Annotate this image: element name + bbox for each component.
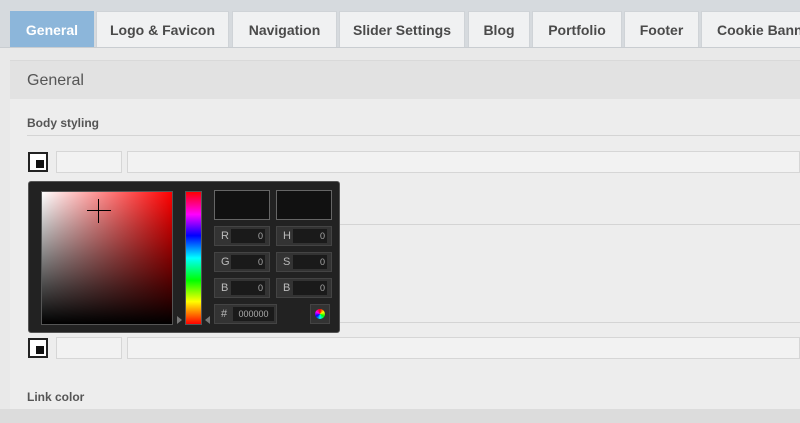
green-value[interactable]: 0 [231,255,265,269]
color-swatch-button[interactable] [28,152,48,172]
red-field[interactable]: R 0 [214,226,270,246]
divider [340,224,800,225]
color-swatch-button[interactable] [28,338,48,358]
hue-arrow-left-icon [177,316,182,324]
hue-slider[interactable] [185,191,202,325]
color-value-input[interactable] [56,151,122,173]
saturation-value[interactable]: 0 [293,255,327,269]
tab-slider-settings[interactable]: Slider Settings [339,11,465,47]
hex-label: # [221,308,228,320]
green-field[interactable]: G 0 [214,252,270,272]
tab-portfolio[interactable]: Portfolio [532,11,622,47]
hue-arrow-right-icon [205,316,210,324]
tab-blog[interactable]: Blog [468,11,530,47]
green-label: G [221,256,230,268]
tab-general[interactable]: General [10,11,94,47]
color-picker-popup: R 0 H 0 G 0 S 0 B 0 B 0 # 000000 [28,181,340,333]
page-bottom-edge [0,409,800,423]
link-color-label: Link color [27,390,85,404]
blue-value[interactable]: 0 [231,281,265,295]
section-header: General [10,60,800,99]
crosshair-cursor-icon [87,210,111,211]
divider [27,135,800,136]
color-extra-input[interactable] [127,337,800,359]
brightness-label: B [283,282,291,294]
hue-value[interactable]: 0 [293,229,327,243]
current-color-preview[interactable] [276,190,332,220]
hex-field[interactable]: # 000000 [214,304,277,324]
body-styling-label: Body styling [27,116,100,130]
red-value[interactable]: 0 [231,229,265,243]
tab-footer[interactable]: Footer [624,11,699,47]
saturation-field[interactable]: S 0 [276,252,332,272]
blue-label: B [221,282,229,294]
hue-label: H [283,230,291,242]
color-extra-input[interactable] [127,151,800,173]
saturation-label: S [283,256,291,268]
divider [340,322,800,323]
blue-field[interactable]: B 0 [214,278,270,298]
tab-bar: General Logo & Favicon Navigation Slider… [0,0,800,48]
tab-logo-favicon[interactable]: Logo & Favicon [96,11,229,47]
color-value-input[interactable] [56,337,122,359]
color-wheel-icon [315,309,325,319]
tab-navigation[interactable]: Navigation [232,11,337,47]
hex-value-input[interactable]: 000000 [233,307,274,321]
crosshair-cursor-icon [98,199,99,223]
section-title: General [27,72,84,89]
tab-cookie-banner[interactable]: Cookie Bann [701,11,800,47]
red-label: R [221,230,229,242]
hue-field[interactable]: H 0 [276,226,332,246]
brightness-field[interactable]: B 0 [276,278,332,298]
color-wheel-button[interactable] [310,304,330,324]
brightness-value[interactable]: 0 [293,281,327,295]
saturation-brightness-area[interactable] [41,191,173,325]
new-color-preview [214,190,270,220]
